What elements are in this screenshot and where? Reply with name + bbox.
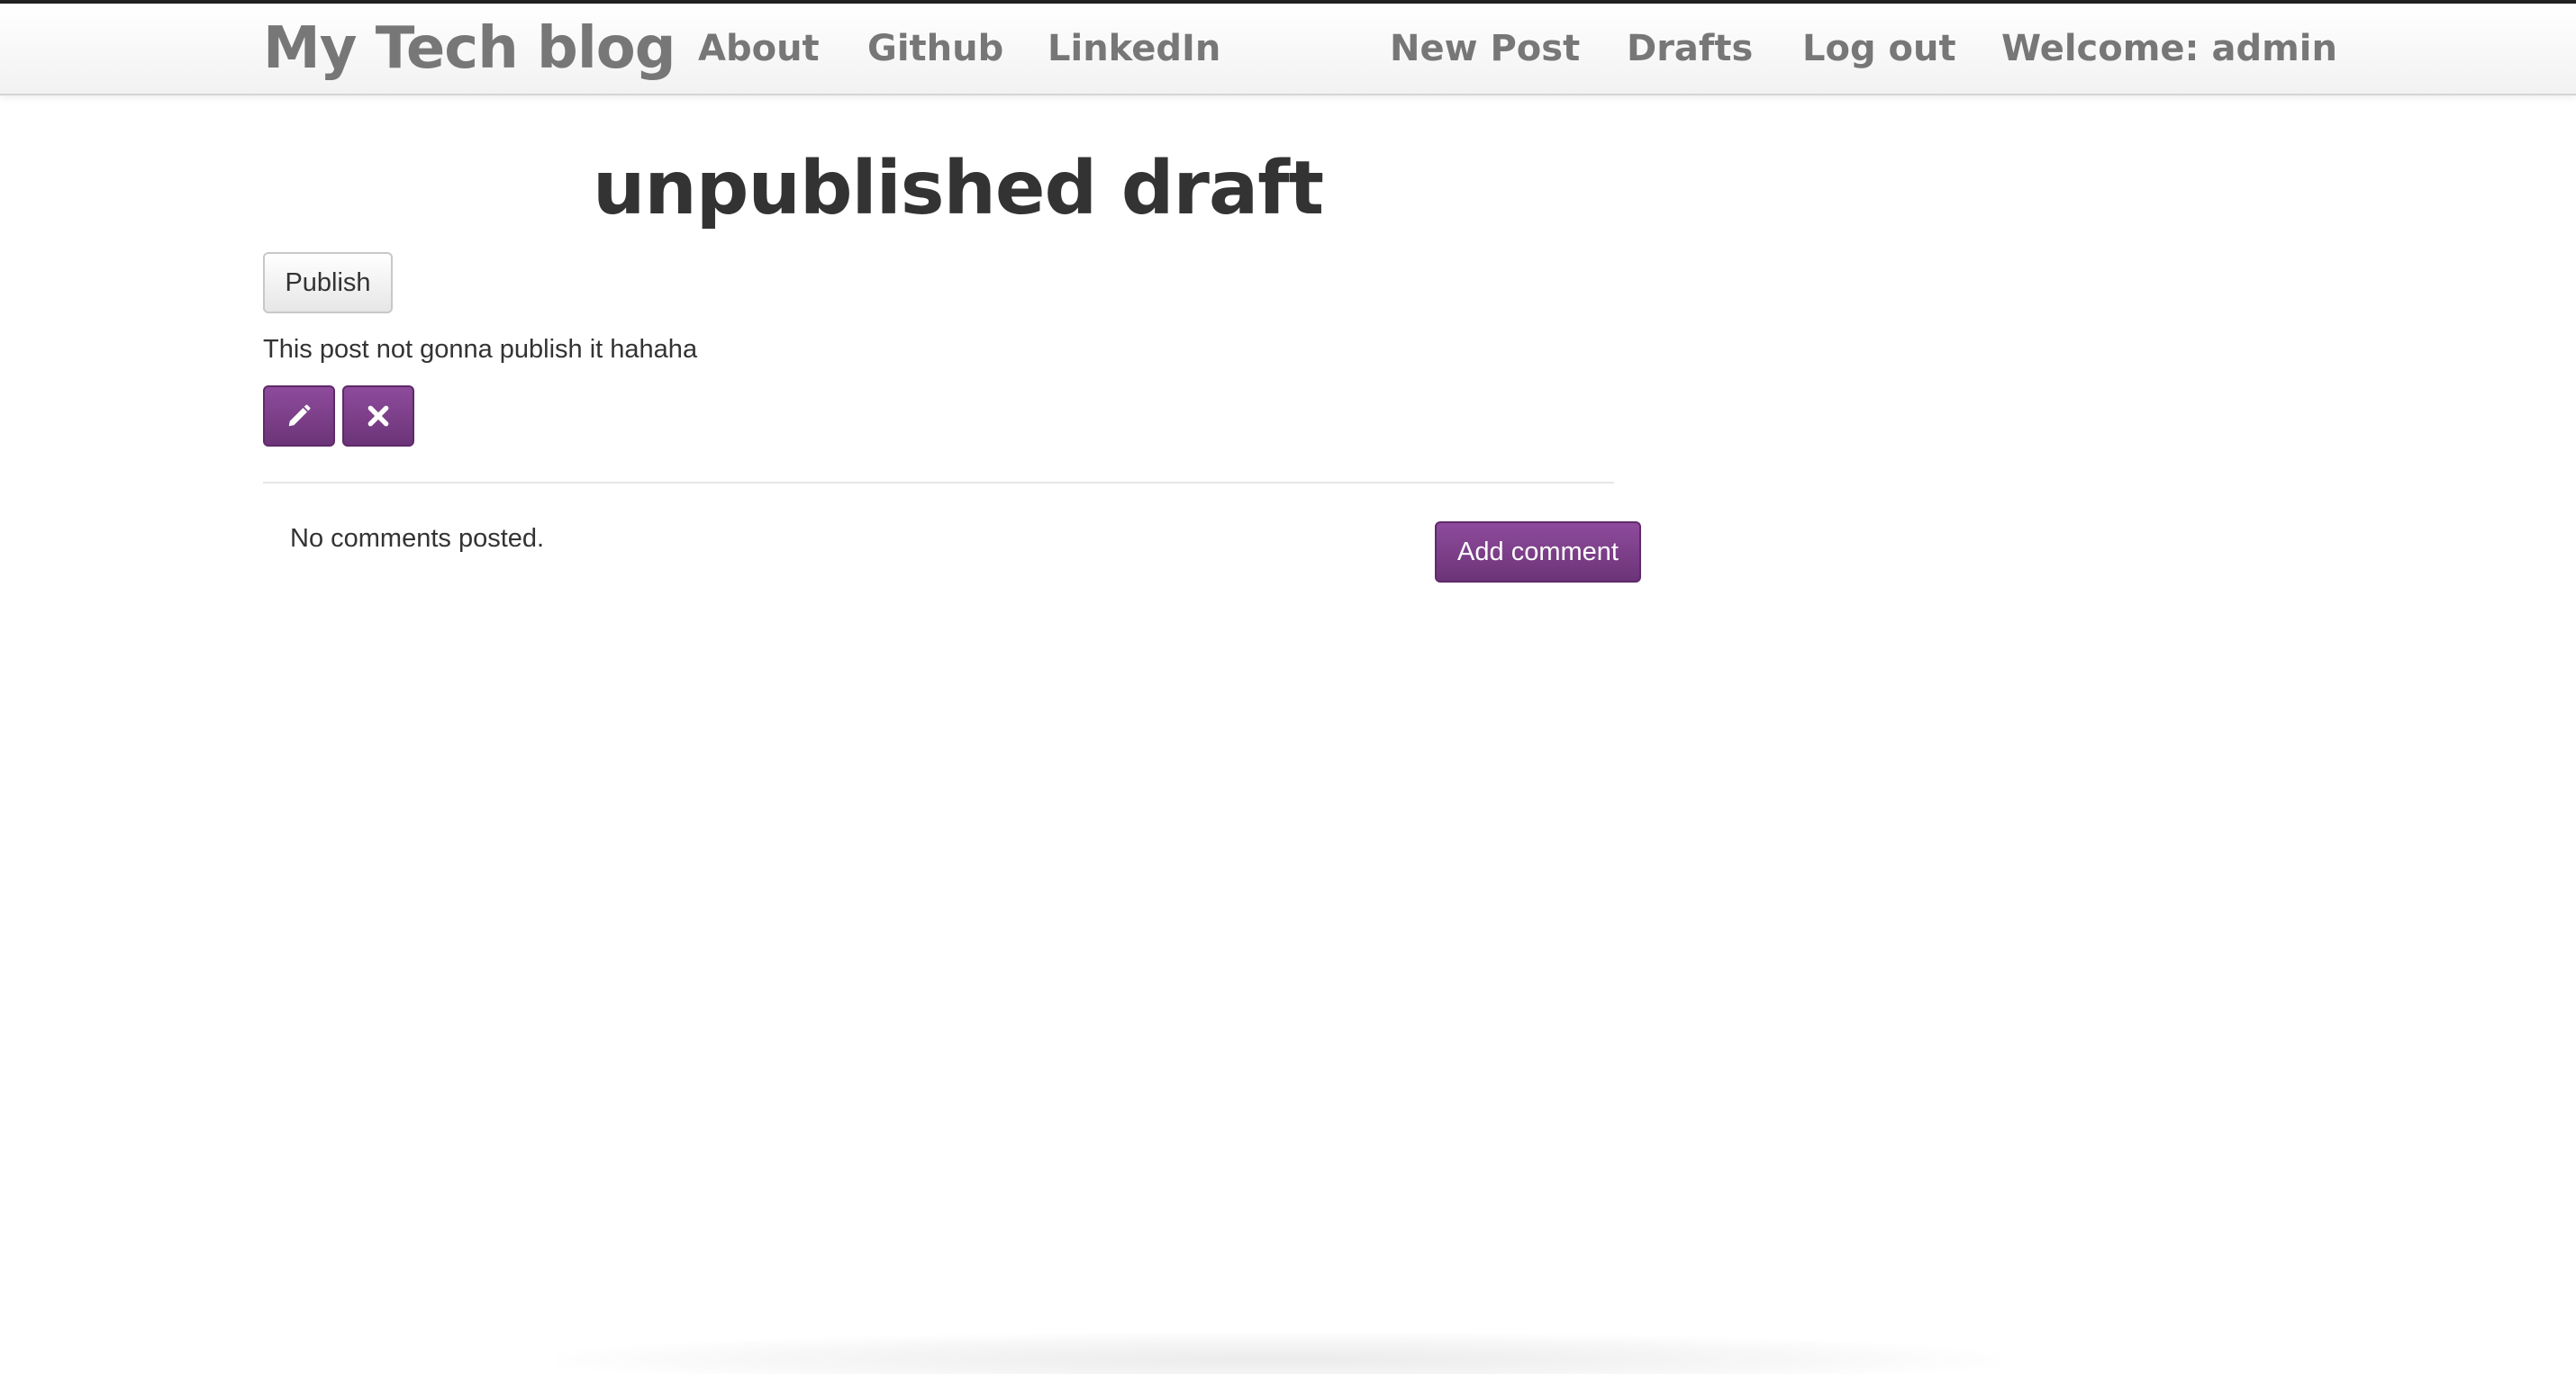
- nav-link-github[interactable]: Github: [867, 4, 1003, 94]
- edit-post-button[interactable]: [263, 385, 335, 447]
- post-title: unpublished draft: [593, 146, 1324, 231]
- post-body: This post not gonna publish it hahaha: [263, 335, 698, 364]
- comments-divider: [263, 482, 1614, 484]
- pencil-icon: [288, 404, 311, 427]
- nav-link-about[interactable]: About: [698, 4, 820, 94]
- close-icon: [367, 405, 389, 427]
- nav-link-drafts[interactable]: Drafts: [1627, 4, 1753, 94]
- delete-post-button[interactable]: [342, 385, 414, 447]
- nav-link-log-out[interactable]: Log out: [1802, 4, 1956, 94]
- nav-link-linkedin[interactable]: LinkedIn: [1048, 4, 1220, 94]
- nav-link-new-post[interactable]: New Post: [1390, 4, 1580, 94]
- navbar: My Tech blog About Github LinkedIn New P…: [0, 4, 2576, 95]
- page: My Tech blog About Github LinkedIn New P…: [0, 0, 2576, 1374]
- welcome-user-link[interactable]: Welcome: admin: [2001, 4, 2337, 94]
- bottom-shadow: [558, 1333, 2000, 1374]
- publish-button[interactable]: Publish: [263, 252, 393, 313]
- add-comment-button[interactable]: Add comment: [1435, 521, 1641, 583]
- no-comments-text: No comments posted.: [290, 524, 545, 553]
- brand-link[interactable]: My Tech blog: [263, 4, 676, 94]
